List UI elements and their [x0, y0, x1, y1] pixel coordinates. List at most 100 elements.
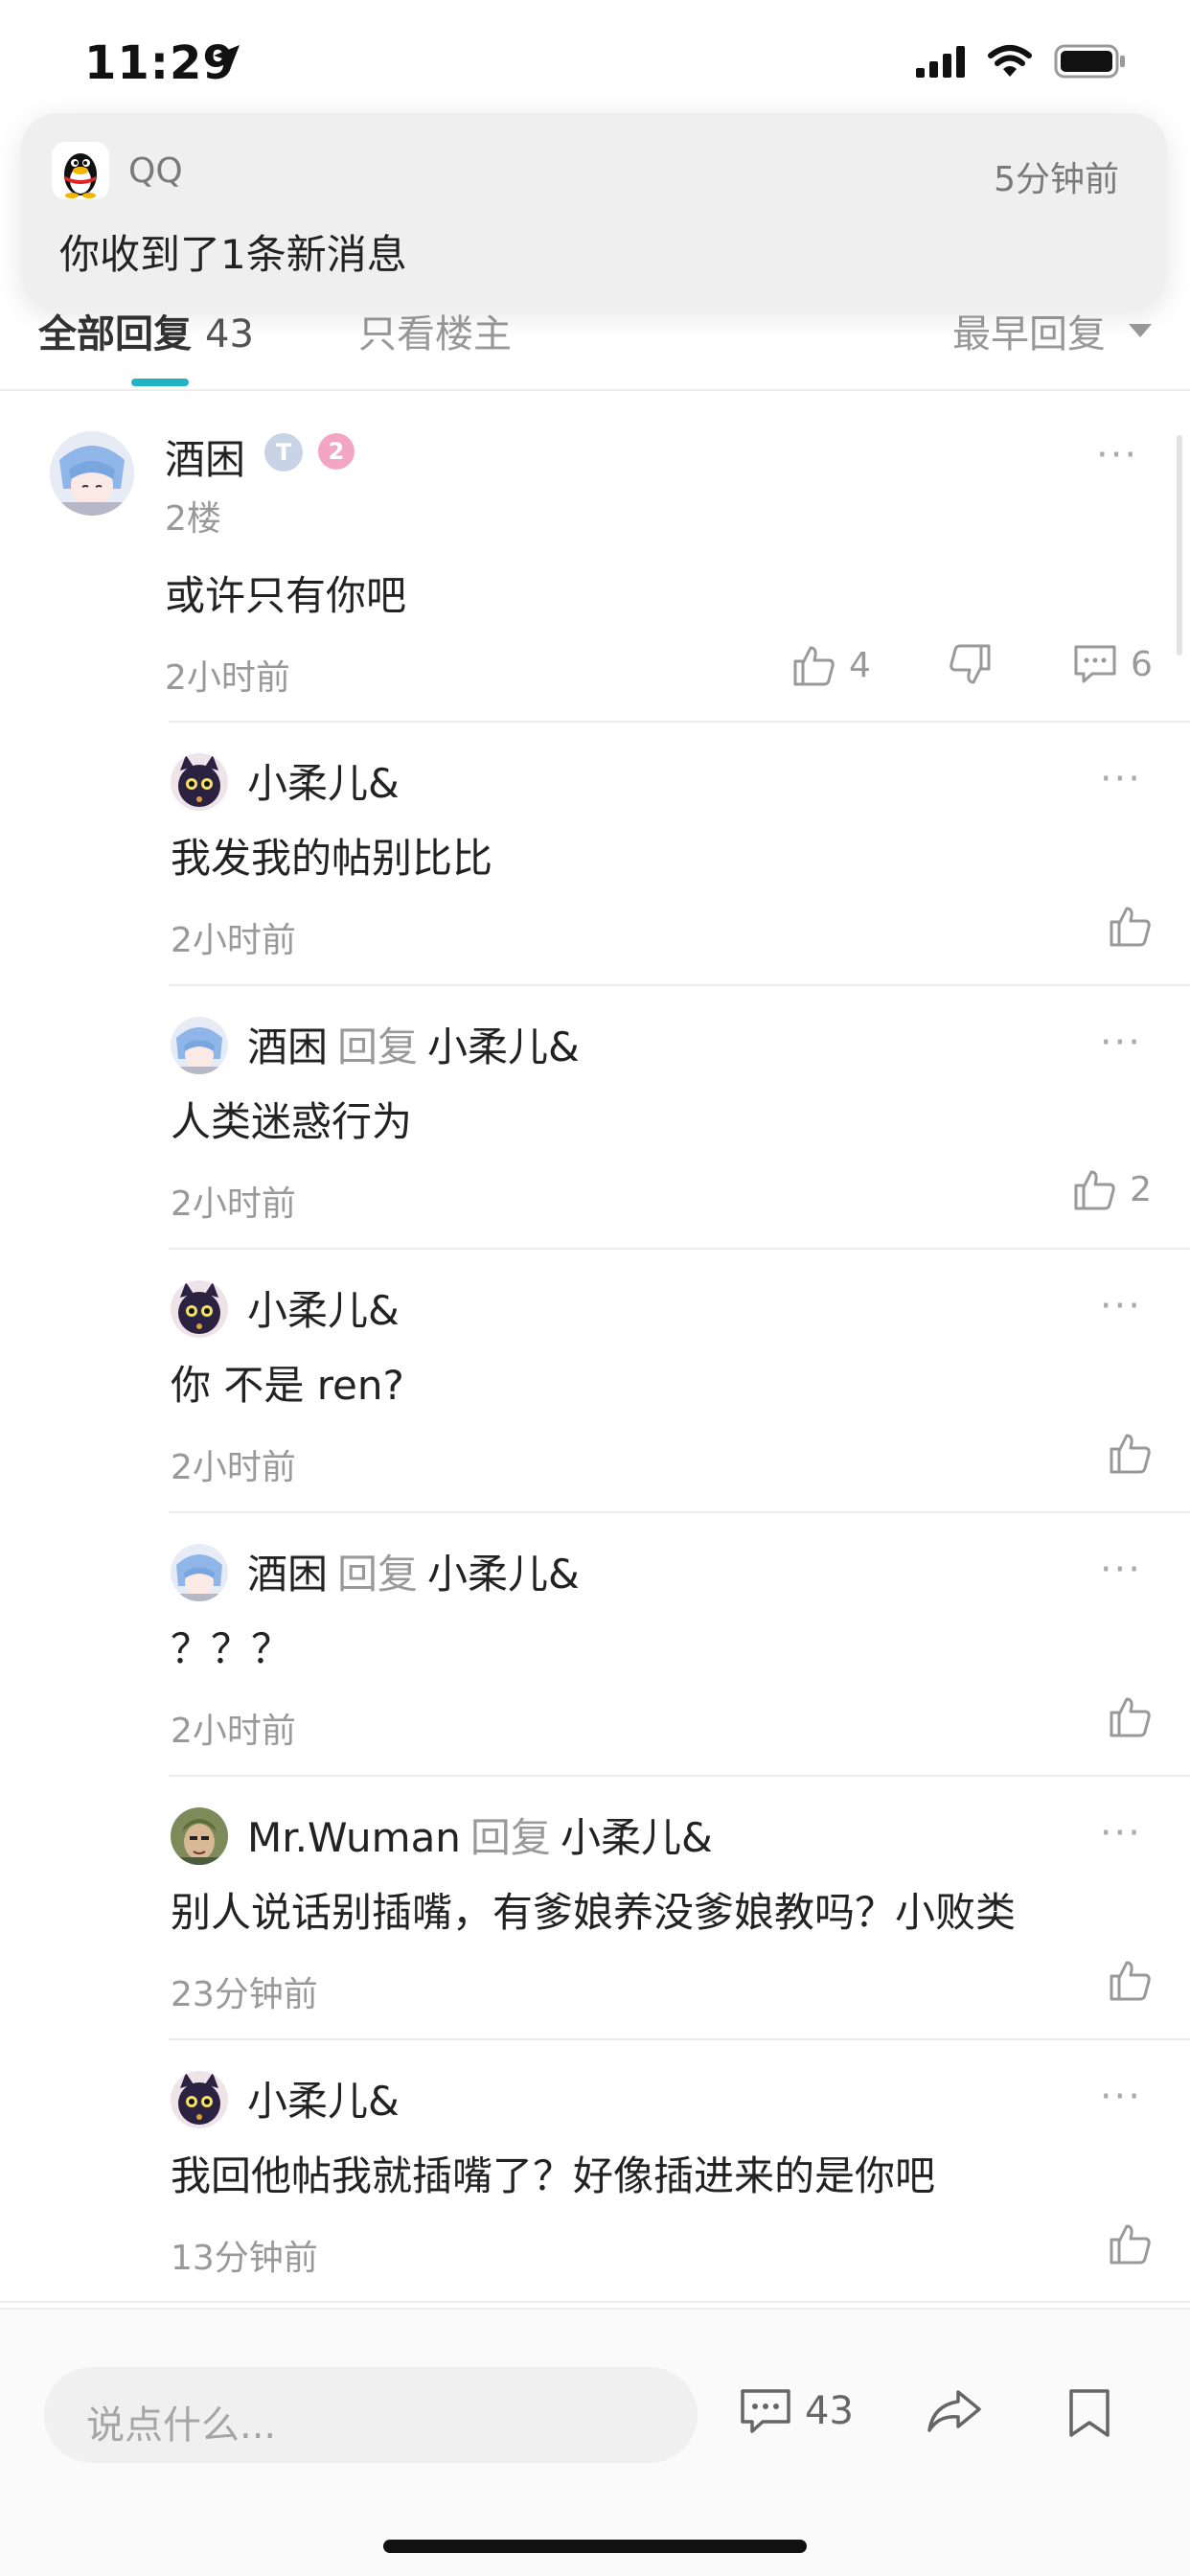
sort-label: 最早回复: [952, 312, 1106, 356]
reply-header: 小柔儿&: [247, 1278, 400, 1337]
reply-to-user[interactable]: 小柔儿&: [561, 1814, 713, 1861]
thumbs-up-icon: [1110, 907, 1151, 947]
thumbs-up-icon: [793, 646, 835, 686]
notification-message: 你收到了1条新消息: [59, 231, 407, 278]
cellular-signal-icon: [916, 46, 965, 78]
avatar[interactable]: [171, 1017, 228, 1074]
reply-time: 13分钟前: [171, 2239, 318, 2278]
reply-time: 2小时前: [171, 1184, 296, 1224]
reply-word: 回复: [337, 1551, 419, 1598]
reply-header: 小柔儿&: [247, 2069, 400, 2128]
section-divider: [0, 2301, 1190, 2303]
like-button[interactable]: [1108, 1432, 1152, 1474]
reply-text: 我发我的帖别比比: [171, 835, 493, 882]
wifi-icon: [988, 45, 1032, 77]
home-indicator[interactable]: [383, 2540, 807, 2553]
like-button[interactable]: [1108, 2222, 1152, 2265]
reply-author[interactable]: 小柔儿&: [247, 2078, 400, 2125]
comment-input-placeholder: 说点什么...: [86, 2404, 277, 2448]
bookmark-icon: [1069, 2389, 1110, 2437]
more-options-icon[interactable]: ···: [1100, 757, 1142, 801]
thumbs-up-icon: [1110, 1961, 1151, 2001]
reply-header: 酒困 回复 小柔儿&: [247, 1015, 580, 1073]
reply-time: 2小时前: [171, 1448, 296, 1487]
reply-author[interactable]: 酒困: [247, 1024, 328, 1070]
list-item: 小柔儿& ··· 你 不是 ren? 2小时前: [169, 1248, 1190, 1512]
sort-dropdown[interactable]: 最早回复: [952, 303, 1152, 358]
battery-icon: [1054, 44, 1125, 79]
list-item: 酒困 回复 小柔儿& ··· 人类迷惑行为 2小时前 2: [169, 984, 1190, 1249]
reply-text: 人类迷惑行为: [171, 1098, 413, 1145]
avatar[interactable]: [171, 753, 228, 811]
comments-button[interactable]: 43: [740, 2388, 854, 2434]
more-options-icon[interactable]: ···: [1096, 433, 1138, 477]
reply-author[interactable]: Mr.Wuman: [247, 1814, 461, 1861]
qq-notification-banner[interactable]: QQ 5分钟前 你收到了1条新消息: [21, 113, 1167, 310]
reply-to-user[interactable]: 小柔儿&: [427, 1024, 580, 1070]
reply-author[interactable]: 酒困: [247, 1551, 328, 1598]
dislike-button[interactable]: [949, 644, 993, 690]
like-button[interactable]: 2: [1072, 1168, 1152, 1210]
thumbs-down-icon: [950, 644, 991, 684]
more-options-icon[interactable]: ···: [1100, 1021, 1142, 1065]
active-tab-indicator: [131, 379, 189, 386]
more-options-icon[interactable]: ···: [1100, 1548, 1142, 1592]
list-item: 酒困 回复 小柔儿& ··· ？？？ 2小时前: [169, 1511, 1190, 1776]
reply-text: 别人说话别插嘴，有爹娘养没爹娘教吗？小败类: [171, 1889, 1017, 1936]
reply-time: 2小时前: [171, 1712, 296, 1751]
tab-all-replies[interactable]: 全部回复 43: [38, 303, 254, 358]
avatar[interactable]: [50, 431, 134, 516]
thumbs-up-icon: [1110, 1434, 1151, 1474]
like-count: 2: [1130, 1169, 1152, 1209]
avatar[interactable]: [171, 1280, 228, 1338]
level-badge: 2: [318, 433, 355, 470]
like-button[interactable]: [1108, 1959, 1152, 2001]
bottom-bar-divider: [0, 2308, 1190, 2310]
like-button[interactable]: 4: [791, 644, 871, 686]
status-icons: [916, 44, 1127, 79]
avatar[interactable]: [171, 2071, 228, 2128]
comment-text: 或许只有你吧: [165, 572, 407, 619]
reply-author[interactable]: 小柔儿&: [247, 1287, 400, 1334]
share-button[interactable]: [926, 2388, 983, 2440]
like-button[interactable]: [1108, 1695, 1152, 1737]
more-options-icon[interactable]: ···: [1100, 2075, 1142, 2119]
reply-header: 小柔儿&: [247, 751, 400, 810]
tab-all-count: 43: [205, 312, 254, 356]
floor-number: 2楼: [165, 499, 221, 539]
avatar[interactable]: [171, 1544, 228, 1601]
more-options-icon[interactable]: ···: [1100, 1284, 1142, 1328]
comment-total-count: 43: [805, 2389, 854, 2433]
list-item: 小柔儿& ··· 我回他帖我就插嘴了？好像插进来的是你吧 13分钟前: [169, 2038, 1190, 2303]
reply-button[interactable]: 6: [1073, 644, 1153, 684]
reply-word: 回复: [337, 1024, 419, 1070]
more-options-icon[interactable]: ···: [1100, 1811, 1142, 1855]
notification-time: 5分钟前: [994, 160, 1119, 199]
identity-badge: T: [264, 433, 303, 472]
scrollbar[interactable]: [1177, 435, 1182, 656]
notification-app-name: QQ: [128, 151, 183, 191]
comment-author[interactable]: 酒困: [165, 427, 245, 486]
location-arrow-icon: [211, 42, 243, 79]
list-item: Mr.Wuman 回复 小柔儿& ··· 别人说话别插嘴，有爹娘养没爹娘教吗？小败类…: [169, 1775, 1190, 2039]
comment-bubble-icon: [741, 2389, 790, 2433]
share-arrow-icon: [927, 2390, 981, 2432]
comment-input[interactable]: 说点什么...: [44, 2367, 698, 2463]
thumbs-up-icon: [1074, 1170, 1115, 1210]
dropdown-triangle-icon: [1129, 324, 1152, 337]
bookmark-button[interactable]: [1067, 2388, 1111, 2442]
tab-all-label: 全部回复: [38, 312, 192, 356]
avatar[interactable]: [171, 1807, 228, 1865]
reply-text: 我回他帖我就插嘴了？好像插进来的是你吧: [171, 2152, 936, 2199]
comment-bubble-icon: [1074, 645, 1116, 683]
thumbs-up-icon: [1110, 2224, 1151, 2265]
reply-to-user[interactable]: 小柔儿&: [427, 1551, 580, 1598]
reply-time: 23分钟前: [171, 1975, 318, 2014]
reply-header: 酒困 回复 小柔儿&: [247, 1542, 580, 1600]
like-button[interactable]: [1108, 905, 1152, 947]
reply-text: ？？？: [171, 1625, 292, 1672]
reply-count: 6: [1131, 644, 1153, 684]
reply-word: 回复: [469, 1814, 551, 1861]
reply-author[interactable]: 小柔儿&: [247, 760, 400, 807]
tab-op-only[interactable]: 只看楼主: [358, 303, 512, 358]
